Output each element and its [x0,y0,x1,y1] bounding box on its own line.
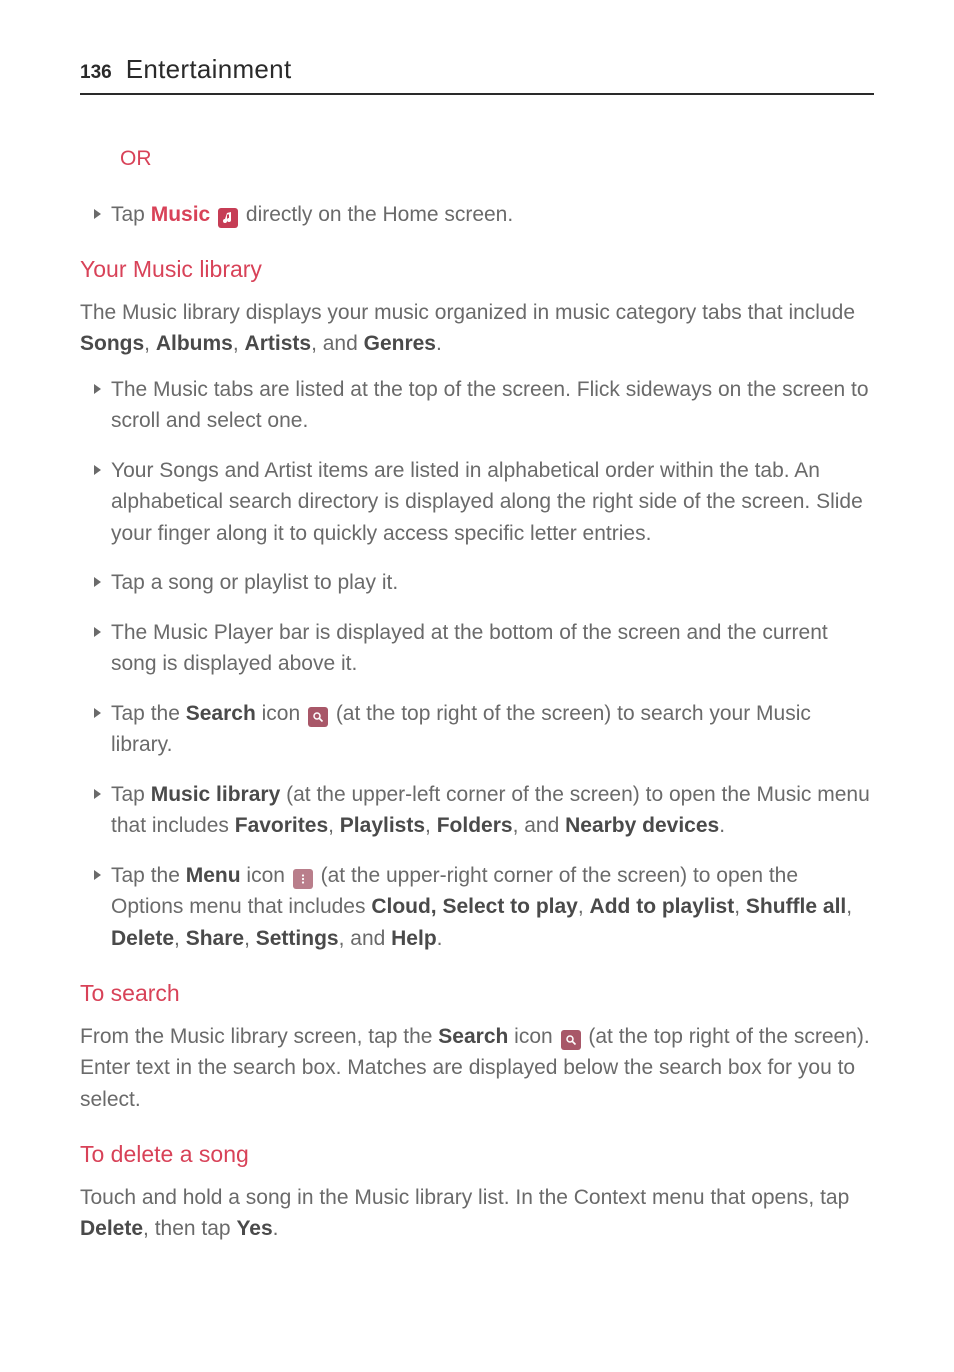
triangle-bullet-icon [94,577,101,587]
delete-label: Delete [80,1217,143,1240]
bullet-list: The Music tabs are listed at the top of … [80,374,874,955]
cloud-select-label: Cloud, Select to play [371,895,578,918]
section-title: Entertainment [126,50,292,89]
playlists-label: Playlists [340,814,425,837]
text-fragment: , and [513,814,566,837]
text-fragment: . [273,1217,279,1240]
list-item: The Music Player bar is displayed at the… [94,617,874,680]
page-number: 136 [80,59,112,88]
text-fragment: , [174,927,186,950]
text-fragment: , [846,895,852,918]
search-label: Search [438,1025,508,1048]
heading-to-delete: To delete a song [80,1137,874,1172]
text-fragment: , [233,332,245,355]
text-fragment: icon [256,702,306,725]
or-label: OR [120,143,874,175]
list-item: Tap a song or playlist to play it. [94,567,874,599]
music-library-label: Music library [151,783,281,806]
text-fragment: . [437,927,443,950]
text-fragment: Tap [111,203,151,226]
triangle-bullet-icon [94,789,101,799]
nearby-devices-label: Nearby devices [565,814,719,837]
text-fragment: icon [241,864,291,887]
list-item: Tap the Menu icon (at the upper-right co… [94,860,874,955]
share-label: Share [186,927,244,950]
albums-label: Albums [156,332,233,355]
text-fragment: Tap the [111,864,186,887]
settings-label: Settings [256,927,339,950]
triangle-bullet-icon [94,384,101,394]
text-fragment: Tap [111,783,151,806]
music-label: Music [151,203,211,226]
heading-music-library: Your Music library [80,252,874,287]
list-item: Your Songs and Artist items are listed i… [94,455,874,550]
text-fragment: , [734,895,746,918]
search-label: Search [186,702,256,725]
text-fragment: , [244,927,256,950]
list-item: Tap Music library (at the upper-left cor… [94,779,874,842]
triangle-bullet-icon [94,209,101,219]
heading-to-search: To search [80,976,874,1011]
menu-label: Menu [186,864,241,887]
text-fragment: The Music library displays your music or… [80,301,855,324]
bullet-text: Tap Music directly on the Home screen. [111,199,874,231]
text-fragment: Touch and hold a song in the Music libra… [80,1186,849,1209]
songs-label: Songs [80,332,144,355]
list-item: The Music tabs are listed at the top of … [94,374,874,437]
list-item: Tap the Search icon (at the top right of… [94,698,874,761]
bullet-text: Tap Music library (at the upper-left cor… [111,779,874,842]
help-label: Help [391,927,437,950]
add-to-playlist-label: Add to playlist [590,895,735,918]
text-fragment: , [578,895,590,918]
text-fragment: , [144,332,156,355]
text-fragment: , then tap [143,1217,236,1240]
bullet-text: Tap the Search icon (at the top right of… [111,698,874,761]
paragraph: Touch and hold a song in the Music libra… [80,1182,874,1245]
bullet-text: The Music tabs are listed at the top of … [111,374,874,437]
text-fragment: . [719,814,725,837]
text-fragment: , and [339,927,392,950]
search-icon [561,1030,581,1050]
search-icon [308,707,328,727]
bullet-text: Tap a song or playlist to play it. [111,567,874,599]
page-header: 136 Entertainment [80,50,874,95]
text-fragment: , and [311,332,364,355]
text-fragment: icon [508,1025,558,1048]
bullet-text: Your Songs and Artist items are listed i… [111,455,874,550]
text-fragment: , [328,814,340,837]
triangle-bullet-icon [94,465,101,475]
text-fragment: . [436,332,442,355]
triangle-bullet-icon [94,870,101,880]
text-fragment: From the Music library screen, tap the [80,1025,438,1048]
delete-label: Delete [111,927,174,950]
bullet-text: The Music Player bar is displayed at the… [111,617,874,680]
triangle-bullet-icon [94,708,101,718]
genres-label: Genres [364,332,436,355]
yes-label: Yes [236,1217,272,1240]
text-fragment: Tap the [111,702,186,725]
paragraph: The Music library displays your music or… [80,297,874,360]
triangle-bullet-icon [94,627,101,637]
music-note-icon [218,208,238,228]
favorites-label: Favorites [235,814,328,837]
text-fragment: directly on the Home screen. [246,203,513,226]
shuffle-all-label: Shuffle all [746,895,846,918]
more-menu-icon [293,869,313,889]
bullet-text: Tap the Menu icon (at the upper-right co… [111,860,874,955]
folders-label: Folders [437,814,513,837]
text-fragment: , [425,814,437,837]
list-item: Tap Music directly on the Home screen. [94,199,874,231]
artists-label: Artists [245,332,312,355]
paragraph: From the Music library screen, tap the S… [80,1021,874,1116]
